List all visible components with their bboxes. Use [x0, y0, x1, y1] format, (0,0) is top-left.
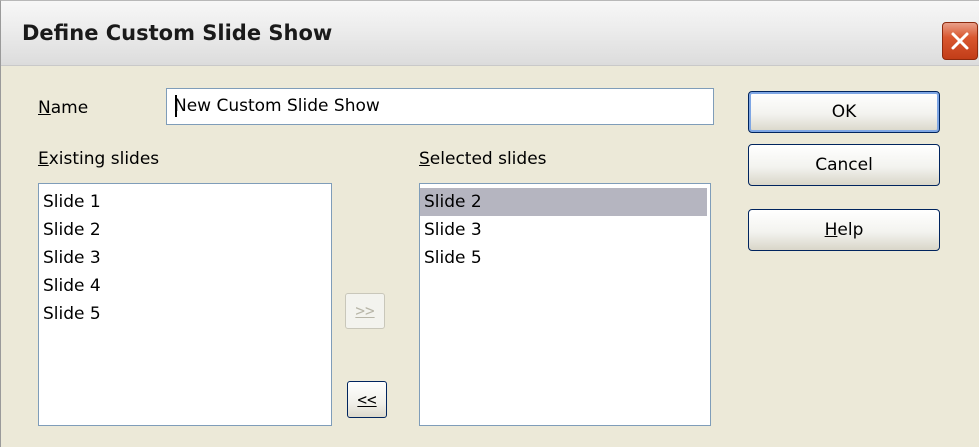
selected-slide-item[interactable]: Slide 2 — [420, 188, 707, 216]
selected-slides-rest: elected slides — [429, 149, 547, 169]
cancel-button[interactable]: Cancel — [748, 144, 940, 186]
existing-slide-item[interactable]: Slide 3 — [39, 244, 331, 272]
help-rest: elp — [837, 220, 864, 240]
selected-slide-item[interactable]: Slide 5 — [420, 244, 710, 272]
existing-slides-rest: xisting slides — [48, 149, 160, 169]
existing-slides-items: Slide 1 Slide 2 Slide 3 Slide 4 Slide 5 — [39, 184, 331, 328]
ok-button[interactable]: OK — [748, 91, 940, 133]
existing-slide-item[interactable]: Slide 2 — [39, 216, 331, 244]
existing-slides-mnemonic: E — [38, 149, 49, 169]
selected-slides-items: Slide 2 Slide 3 Slide 5 — [420, 184, 710, 272]
existing-slide-item[interactable]: Slide 1 — [39, 188, 331, 216]
close-icon — [951, 32, 969, 50]
text-caret — [175, 95, 177, 117]
ok-button-label: OK — [831, 102, 857, 122]
existing-slides-label: Existing slides — [38, 149, 159, 169]
selected-slides-label: Selected slides — [419, 149, 547, 169]
existing-slide-item[interactable]: Slide 5 — [39, 300, 331, 328]
define-custom-slide-show-dialog: Define Custom Slide Show Name New Custom… — [0, 0, 979, 447]
name-input-value: New Custom Slide Show — [174, 96, 380, 116]
remove-slide-button[interactable]: << — [347, 381, 387, 418]
name-label: Name — [38, 98, 88, 118]
name-input[interactable]: New Custom Slide Show — [166, 88, 714, 125]
selected-slides-list[interactable]: Slide 2 Slide 3 Slide 5 — [419, 183, 711, 426]
name-label-mnemonic: N — [38, 98, 51, 118]
close-button[interactable] — [942, 22, 978, 60]
add-slide-button-label: >> — [355, 301, 375, 320]
selected-slide-item[interactable]: Slide 3 — [420, 216, 710, 244]
existing-slides-list[interactable]: Slide 1 Slide 2 Slide 3 Slide 4 Slide 5 — [38, 183, 332, 426]
help-button-label: Help — [825, 220, 864, 240]
cancel-button-label: Cancel — [815, 155, 873, 175]
remove-slide-button-label: << — [357, 390, 377, 409]
dialog-title: Define Custom Slide Show — [22, 21, 333, 45]
title-bar: Define Custom Slide Show — [1, 1, 979, 66]
help-mnemonic: H — [824, 220, 838, 240]
help-button[interactable]: Help — [748, 209, 940, 251]
existing-slide-item[interactable]: Slide 4 — [39, 272, 331, 300]
add-slide-button[interactable]: >> — [345, 293, 385, 329]
selected-slides-mnemonic: S — [419, 149, 430, 169]
name-label-rest: ame — [50, 98, 89, 118]
